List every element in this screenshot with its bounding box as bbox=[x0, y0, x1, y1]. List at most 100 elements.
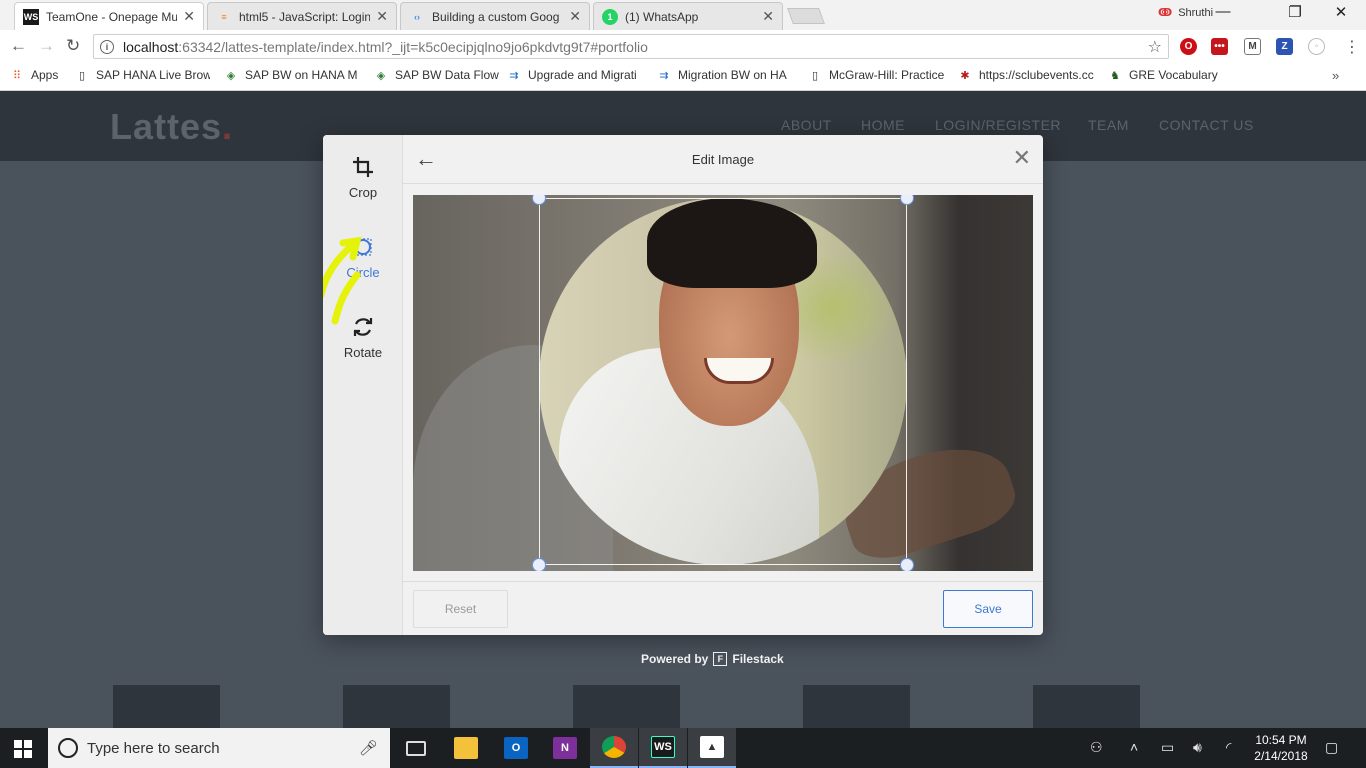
nav-about[interactable]: ABOUT bbox=[781, 117, 832, 133]
tab-html5-login[interactable]: ≡ html5 - JavaScript: Login ✕ bbox=[207, 2, 397, 30]
new-tab-button[interactable] bbox=[787, 8, 825, 24]
bookmarks-overflow-icon[interactable]: » bbox=[1332, 68, 1339, 83]
url-host: localhost bbox=[123, 38, 179, 55]
webstorm-icon: WS bbox=[23, 8, 39, 25]
people-icon[interactable]: ⚇ bbox=[1090, 739, 1103, 756]
clock-time: 10:54 PM bbox=[1255, 733, 1307, 747]
bookmark-label: SAP BW on HANA M bbox=[245, 68, 358, 82]
tray-chevron-icon[interactable]: ˄ bbox=[1130, 739, 1138, 755]
chrome-icon[interactable] bbox=[590, 728, 638, 768]
bookmark-gre-vocabulary[interactable]: ♞ GRE Vocabulary bbox=[1108, 68, 1228, 82]
powered-by-filestack[interactable]: Powered by F Filestack bbox=[641, 652, 784, 666]
google-dev-icon: ‹› bbox=[414, 11, 420, 22]
portfolio-tile[interactable] bbox=[113, 685, 220, 728]
nav-team[interactable]: TEAM bbox=[1088, 117, 1129, 133]
bookmark-label: Apps bbox=[31, 68, 59, 82]
browser-tab-strip: WS TeamOne - Onepage Mu ✕ ≡ html5 - Java… bbox=[0, 0, 1366, 30]
forward-icon[interactable]: → bbox=[38, 36, 55, 56]
reset-button[interactable]: Reset bbox=[413, 590, 508, 628]
nav-home[interactable]: HOME bbox=[861, 117, 905, 133]
bookmark-sap-hana[interactable]: ▯ SAP HANA Live Brow bbox=[75, 68, 210, 82]
close-dialog-icon[interactable]: ✕ bbox=[1013, 147, 1031, 169]
stackoverflow-icon: ≡ bbox=[221, 11, 227, 22]
nav-contact-us[interactable]: CONTACT US bbox=[1159, 117, 1254, 133]
filestack-icon: F bbox=[713, 652, 728, 666]
info-icon[interactable]: i bbox=[100, 39, 114, 54]
close-tab-icon[interactable]: ✕ bbox=[183, 8, 195, 25]
site-logo[interactable]: Lattes. bbox=[110, 106, 233, 148]
bookmark-sap-bw-hana[interactable]: ◈ SAP BW on HANA M bbox=[224, 68, 359, 82]
m-extension-icon[interactable]: M bbox=[1244, 38, 1261, 55]
crop-handle-bottom-left[interactable] bbox=[532, 558, 546, 571]
webstorm-icon[interactable]: WS bbox=[639, 728, 687, 768]
tab-label: (1) WhatsApp bbox=[625, 9, 699, 24]
volume-icon[interactable]: 🔊︎ bbox=[1193, 739, 1202, 756]
close-tab-icon[interactable]: ✕ bbox=[376, 8, 388, 25]
bookmark-apps[interactable]: ⠿ Apps bbox=[10, 68, 70, 82]
taskbar-search[interactable]: Type here to search 🎤︎ bbox=[48, 728, 390, 768]
system-clock[interactable]: 10:54 PM 2/14/2018 bbox=[1250, 732, 1312, 764]
bookmark-mcgraw-hill[interactable]: ▯ McGraw-Hill: Practice bbox=[808, 68, 946, 82]
tab-label: html5 - JavaScript: Login bbox=[239, 9, 371, 24]
tab-teamone[interactable]: WS TeamOne - Onepage Mu ✕ bbox=[14, 2, 204, 30]
close-window-icon[interactable]: ✕ bbox=[1318, 3, 1364, 21]
windows-start-icon[interactable] bbox=[14, 740, 32, 758]
powered-brand: Filestack bbox=[732, 652, 784, 666]
crop-frame[interactable] bbox=[539, 198, 907, 565]
bookmark-label: GRE Vocabulary bbox=[1129, 68, 1218, 82]
save-button[interactable]: Save bbox=[943, 590, 1033, 628]
bookmark-label: SAP BW Data Flow bbox=[395, 68, 499, 82]
back-icon[interactable]: ← bbox=[10, 36, 27, 56]
z-extension-icon[interactable]: Z bbox=[1276, 38, 1293, 55]
bookmark-sap-bw-dataflow[interactable]: ◈ SAP BW Data Flow bbox=[374, 68, 499, 82]
apps-grid-icon: ⠿ bbox=[12, 69, 22, 82]
microphone-icon[interactable]: 🎤︎ bbox=[359, 739, 378, 757]
circle-extension-icon[interactable]: ◦ bbox=[1308, 38, 1325, 55]
wifi-icon[interactable]: ◜ bbox=[1226, 739, 1231, 756]
bookmark-label: McGraw-Hill: Practice bbox=[829, 68, 945, 82]
minimize-icon[interactable]: — bbox=[1200, 3, 1246, 20]
close-tab-icon[interactable]: ✕ bbox=[762, 8, 774, 25]
tab-whatsapp[interactable]: 1 (1) WhatsApp ✕ bbox=[593, 2, 783, 30]
chrome-menu-icon[interactable]: ⋮ bbox=[1344, 37, 1360, 57]
dialog-header: ← Edit Image ✕ bbox=[403, 135, 1043, 184]
battery-icon[interactable]: ▭ bbox=[1161, 739, 1174, 756]
address-bar[interactable]: i localhost:63342/lattes-template/index.… bbox=[93, 34, 1169, 59]
close-tab-icon[interactable]: ✕ bbox=[569, 8, 581, 25]
task-view-icon[interactable] bbox=[392, 728, 440, 768]
image-canvas[interactable] bbox=[413, 195, 1033, 571]
tool-crop[interactable]: Crop bbox=[323, 155, 403, 200]
sap-icon: ⇉ bbox=[659, 69, 669, 82]
portfolio-tile[interactable] bbox=[1033, 685, 1140, 728]
opera-extension-icon[interactable]: O bbox=[1180, 38, 1197, 55]
tab-building-custom[interactable]: ‹› Building a custom Goog ✕ bbox=[400, 2, 590, 30]
action-center-icon[interactable]: ▢ bbox=[1325, 739, 1338, 756]
bookmark-star-icon[interactable]: ☆ bbox=[1148, 37, 1162, 57]
portfolio-tile[interactable] bbox=[573, 685, 680, 728]
red-extension-icon[interactable]: ••• bbox=[1211, 38, 1228, 55]
crop-icon bbox=[353, 157, 373, 177]
tab-label: Building a custom Goog bbox=[432, 9, 560, 24]
url-path: :63342/lattes-template/index.html?_ijt=k… bbox=[178, 38, 648, 55]
photos-icon[interactable]: ▲ bbox=[688, 728, 736, 768]
editor-toolbar: Crop Circle Rotate bbox=[323, 135, 403, 635]
reload-icon[interactable]: ↻ bbox=[66, 36, 80, 56]
cortana-icon bbox=[58, 738, 78, 758]
bookmark-migration-bw[interactable]: ⇉ Migration BW on HA bbox=[657, 68, 794, 82]
crop-handle-bottom-right[interactable] bbox=[900, 558, 914, 571]
outlook-icon[interactable]: O bbox=[492, 728, 540, 768]
file-explorer-icon[interactable] bbox=[442, 728, 490, 768]
portfolio-tile[interactable] bbox=[343, 685, 450, 728]
onenote-icon[interactable]: N bbox=[541, 728, 589, 768]
tool-label: Rotate bbox=[343, 345, 383, 360]
bookmark-label: Upgrade and Migrati bbox=[528, 68, 637, 82]
page-icon: ▯ bbox=[78, 69, 86, 82]
bookmark-sclubevents[interactable]: ✱ https://sclubevents.cc bbox=[958, 68, 1096, 82]
portfolio-tile[interactable] bbox=[803, 685, 910, 728]
bookmark-upgrade-migration[interactable]: ⇉ Upgrade and Migrati bbox=[507, 68, 644, 82]
nav-login-register[interactable]: LOGIN/REGISTER bbox=[935, 117, 1061, 133]
restore-icon[interactable]: ❐ bbox=[1272, 3, 1318, 21]
bookmark-label: SAP HANA Live Brow bbox=[96, 68, 210, 82]
profile-icon: ↂ bbox=[1158, 7, 1173, 19]
browser-toolbar: ← → ↻ i localhost:63342/lattes-template/… bbox=[0, 30, 1366, 63]
